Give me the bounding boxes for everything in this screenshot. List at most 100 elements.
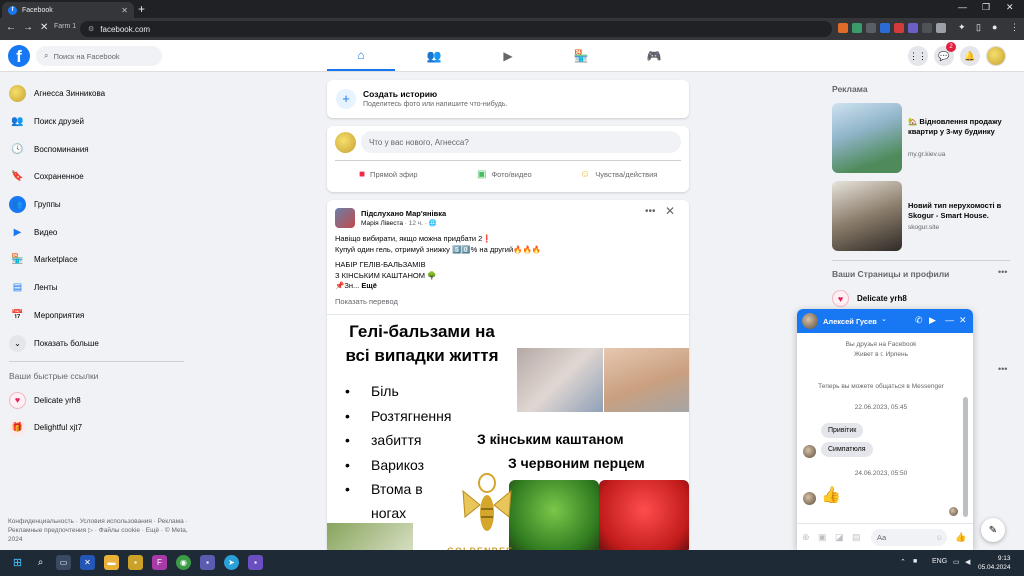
chrome-icon[interactable]: ◉ (176, 555, 191, 570)
sidebar-item-marketplace[interactable]: 🏪 Marketplace (0, 246, 190, 274)
volume-icon[interactable]: ◀ (965, 558, 970, 566)
live-video-button[interactable]: ■ Прямой эфир (359, 167, 418, 181)
extension-icon[interactable] (866, 23, 876, 33)
minimize-icon[interactable]: — (958, 2, 967, 12)
search-input[interactable]: ⌕ Поиск на Facebook (36, 46, 162, 66)
thumbs-up-icon[interactable]: 👍 (821, 485, 841, 505)
extension-icon[interactable] (894, 23, 904, 33)
sidebar-item-show-more[interactable]: ⌄ Показать больше (0, 329, 190, 357)
close-window-icon[interactable]: ✕ (1006, 2, 1014, 13)
forward-icon[interactable]: → (23, 22, 33, 33)
tab-watch[interactable]: ▶ (474, 40, 542, 71)
back-icon[interactable]: ← (6, 22, 16, 33)
sidebar-item-groups[interactable]: 👥 Группы (0, 191, 190, 219)
gif-icon[interactable]: ▤ (852, 532, 861, 543)
show-translation-link[interactable]: Показать перевод (335, 297, 398, 306)
post-image[interactable]: Гелі-бальзами на всі випадки життя Біль … (327, 314, 689, 554)
photo-video-button[interactable]: ▣ Фото/видео (477, 167, 532, 181)
more-options-icon[interactable]: ••• (998, 267, 1007, 277)
sidebar-item-feeds[interactable]: ▤ Ленты (0, 274, 190, 302)
profile-chip[interactable]: Farm 1 (54, 23, 76, 30)
more-options-icon[interactable]: ••• (998, 364, 1007, 374)
browser-tab[interactable]: f Facebook ✕ (2, 2, 134, 18)
create-story-card[interactable]: + Создать историю Поделитесь фото или на… (327, 80, 689, 118)
thumbs-up-icon[interactable]: 👍 (955, 532, 966, 543)
stop-loading-icon[interactable]: ✕ (40, 22, 48, 33)
page-item[interactable]: ♥ Delicate yrh8 (832, 290, 907, 307)
maximize-icon[interactable]: ❐ (982, 2, 990, 13)
facebook-logo-icon[interactable]: f (8, 45, 30, 67)
extension-icon[interactable] (838, 23, 848, 33)
task-view-icon[interactable]: ▭ (56, 555, 71, 570)
sidebar-item-events[interactable]: 📅 Мероприятия (0, 302, 190, 330)
close-icon[interactable]: ✕ (959, 315, 967, 326)
ad-title[interactable]: Новий тип нерухомості в Skogur - Smart H… (908, 201, 1018, 221)
menu-grid-button[interactable]: ⋮⋮ (908, 46, 928, 66)
profile-icon[interactable]: ● (992, 22, 997, 32)
network-icon[interactable]: ▭ (953, 558, 960, 566)
post-author[interactable]: Підслухано Мар'янівка (361, 209, 446, 218)
ad-thumbnail[interactable] (832, 103, 902, 173)
tray-icon[interactable]: ■ (913, 558, 917, 565)
chevron-down-icon[interactable]: ⌄ (881, 315, 887, 323)
see-more-link[interactable]: Ещё (361, 281, 377, 290)
app-icon[interactable]: ▪ (200, 555, 215, 570)
hide-post-icon[interactable]: ✕ (665, 204, 675, 218)
avatar[interactable] (802, 313, 818, 329)
app-icon[interactable]: F (152, 555, 167, 570)
sidebar-item-memories[interactable]: 🕓 Воспоминания (0, 135, 190, 163)
windows-start-icon[interactable]: ⊞ (10, 555, 25, 570)
keyboard-language[interactable]: ENG (932, 558, 947, 565)
video-call-icon[interactable]: ▶ (929, 315, 936, 326)
app-icon[interactable]: ▪ (248, 555, 263, 570)
site-info-icon[interactable]: ⚙ (88, 25, 94, 33)
image-icon[interactable]: ▣ (818, 532, 827, 543)
chat-scrollbar[interactable] (963, 397, 968, 517)
extension-icon[interactable] (880, 23, 890, 33)
app-icon[interactable]: ▪ (128, 555, 143, 570)
chat-contact-name[interactable]: Алексей Гусев (823, 317, 877, 326)
tab-gaming[interactable]: 🎮 (620, 40, 688, 71)
search-icon[interactable]: ⌕ (33, 555, 48, 570)
tab-friends[interactable]: 👥 (400, 40, 468, 71)
tab-close-icon[interactable]: ✕ (121, 6, 128, 15)
address-bar[interactable]: ⚙ facebook.com (80, 21, 832, 37)
file-explorer-icon[interactable]: ▬ (104, 555, 119, 570)
extension-icon[interactable] (852, 23, 862, 33)
new-tab-icon[interactable]: + (138, 2, 145, 16)
ad-thumbnail[interactable] (832, 181, 902, 251)
sidebar-toggle-icon[interactable]: ▯ (976, 22, 981, 33)
post-location[interactable]: Марія Лівеста (361, 220, 403, 227)
account-avatar[interactable] (986, 46, 1006, 66)
legal-footer[interactable]: Конфиденциальность · Условия использован… (8, 517, 188, 544)
phone-icon[interactable]: ✆ (915, 315, 923, 326)
new-message-button[interactable]: ✎ (981, 518, 1005, 542)
tab-home[interactable]: ⌂ (327, 40, 395, 71)
feeling-button[interactable]: ☺ Чувства/действия (580, 167, 657, 181)
browser-menu-icon[interactable]: ⋮ (1010, 22, 1019, 33)
composer-input[interactable]: Что у вас нового, Агнесса? (361, 131, 681, 153)
extension-icon[interactable] (936, 23, 946, 33)
extension-icon[interactable] (922, 23, 932, 33)
notifications-button[interactable]: 🔔 (960, 46, 980, 66)
plus-icon[interactable]: ⊕ (802, 532, 810, 543)
ad-title[interactable]: 🏡 Відновлення продажу квартир у 3-му буд… (908, 117, 1018, 137)
chat-message[interactable]: Привітик (821, 423, 864, 438)
minimize-icon[interactable]: — (945, 315, 954, 325)
message-input[interactable]: Aa ☺ (871, 529, 947, 546)
chat-header[interactable]: Алексей Гусев ⌄ ✆ ▶ — ✕ (797, 309, 973, 333)
sidebar-item-profile[interactable]: Агнесса Зинникова (0, 80, 190, 108)
telegram-icon[interactable]: ➤ (224, 555, 239, 570)
sticker-icon[interactable]: ◪ (835, 532, 844, 543)
shortcut-item[interactable]: ♥ Delicate yrh8 (0, 388, 190, 412)
app-icon[interactable]: ✕ (80, 555, 95, 570)
extensions-puzzle-icon[interactable]: ✦ (958, 22, 966, 33)
avatar[interactable] (335, 132, 356, 153)
emoji-icon[interactable]: ☺ (935, 533, 943, 542)
plus-icon[interactable]: + (336, 89, 356, 109)
extension-icon[interactable] (908, 23, 918, 33)
tab-marketplace[interactable]: 🏪 (547, 40, 615, 71)
system-clock[interactable]: 9:13 05.04.2024 (978, 554, 1011, 572)
sidebar-item-saved[interactable]: 🔖 Сохраненное (0, 163, 190, 191)
chat-message[interactable]: Симпатюля (821, 442, 873, 457)
